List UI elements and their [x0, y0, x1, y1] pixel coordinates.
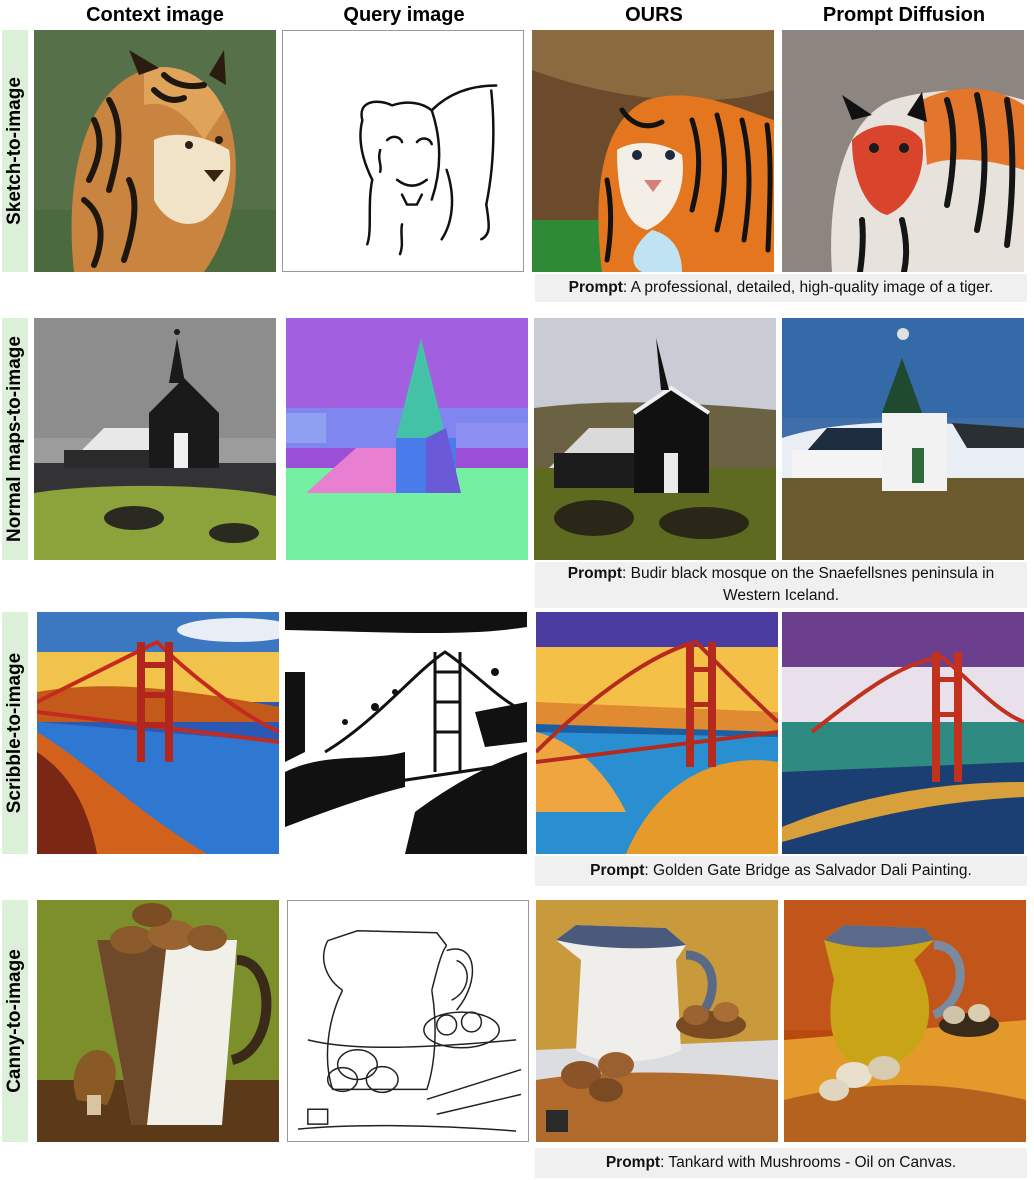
row-label-text: Canny-to-image — [4, 949, 25, 1093]
ours-image-tiger — [532, 30, 774, 272]
prompt-text: : Tankard with Mushrooms - Oil on Canvas… — [660, 1154, 957, 1171]
query-image-normal-map — [286, 318, 528, 560]
ours-image-church — [534, 318, 776, 560]
header-ours: OURS — [625, 4, 683, 26]
context-image-golden-gate — [37, 612, 279, 854]
row-label-text: Sketch-to-image — [4, 77, 25, 225]
prompt-caption-tankard: Prompt: Tankard with Mushrooms - Oil on … — [535, 1148, 1027, 1178]
prompt-diffusion-image-church — [782, 318, 1024, 560]
row-label-text: Scribble-to-image — [4, 652, 25, 814]
row-label-canny: Canny-to-image — [2, 900, 28, 1142]
context-image-tiger — [34, 30, 276, 272]
ours-image-tankard — [536, 900, 778, 1142]
context-image-church — [34, 318, 276, 560]
prompt-caption-tiger: Prompt: A professional, detailed, high-q… — [535, 274, 1027, 302]
row-label-scribble: Scribble-to-image — [2, 612, 28, 854]
query-image-tiger-sketch — [282, 30, 524, 272]
prompt-text: : Budir black mosque on the Snaefellsnes… — [622, 565, 995, 604]
row-label-text: Normal maps-to-image — [4, 336, 25, 542]
row-label-normal-maps: Normal maps-to-image — [2, 318, 28, 560]
prompt-text: : A professional, detailed, high-quality… — [622, 279, 994, 296]
prompt-label: Prompt — [568, 279, 623, 296]
prompt-text: : Golden Gate Bridge as Salvador Dali Pa… — [644, 862, 972, 879]
prompt-caption-church: Prompt: Budir black mosque on the Snaefe… — [535, 562, 1027, 608]
prompt-diffusion-image-tiger — [782, 30, 1024, 272]
prompt-diffusion-image-golden-gate — [782, 612, 1024, 854]
prompt-label: Prompt — [605, 1154, 661, 1171]
header-context-image: Context image — [86, 4, 224, 26]
prompt-label: Prompt — [590, 862, 645, 879]
prompt-label: Prompt — [567, 565, 622, 582]
prompt-diffusion-image-tankard — [784, 900, 1026, 1142]
row-label-sketch: Sketch-to-image — [2, 30, 28, 272]
header-query-image: Query image — [343, 4, 465, 26]
prompt-caption-golden-gate: Prompt: Golden Gate Bridge as Salvador D… — [535, 856, 1027, 886]
context-image-tankard — [37, 900, 279, 1142]
ours-image-golden-gate — [536, 612, 778, 854]
query-image-canny-edges — [287, 900, 529, 1142]
query-image-scribble — [285, 612, 527, 854]
header-prompt-diffusion: Prompt Diffusion — [822, 4, 986, 26]
